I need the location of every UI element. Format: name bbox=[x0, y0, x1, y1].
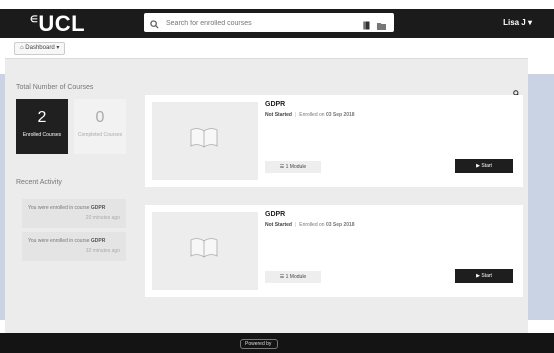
activity-item: You were enrolled in course GDPR 20 minu… bbox=[22, 199, 126, 228]
course-status: Not Started | Enrolled on 03 Sep 2018 bbox=[265, 112, 355, 118]
total-courses-title: Total Number of Courses bbox=[16, 84, 94, 91]
course-status: Not Started | Enrolled on 03 Sep 2018 bbox=[265, 222, 355, 228]
play-icon: ▶ bbox=[476, 273, 480, 279]
home-icon: ⌂ bbox=[20, 45, 24, 51]
ucl-logo[interactable]: ∈UCL bbox=[30, 11, 85, 37]
list-icon: ☰ bbox=[279, 274, 285, 280]
user-menu[interactable]: Lisa J ▾ bbox=[503, 18, 532, 27]
logo-mark: ∈ bbox=[30, 14, 39, 24]
course-thumbnail[interactable] bbox=[152, 102, 258, 180]
course-card: GDPR Not Started | Enrolled on 03 Sep 2018… bbox=[145, 205, 523, 297]
start-button[interactable]: ▶ Start bbox=[455, 159, 513, 173]
sub-navbar: ⌂ Dashboard ▾ bbox=[5, 38, 528, 59]
course-title[interactable]: GDPR bbox=[265, 101, 285, 108]
course-title[interactable]: GDPR bbox=[265, 211, 285, 218]
completed-courses-tile[interactable]: 0 Completed Courses bbox=[74, 99, 126, 154]
enrolled-courses-tile[interactable]: 2 Enrolled Courses bbox=[16, 99, 68, 154]
powered-by-badge[interactable]: Powered by bbox=[240, 339, 279, 349]
logo-text: UCL bbox=[38, 11, 86, 36]
top-navbar: ∈UCL Lisa J ▾ bbox=[0, 9, 554, 38]
dashboard-dropdown[interactable]: ⌂ Dashboard ▾ bbox=[14, 42, 66, 55]
start-button[interactable]: ▶ Start bbox=[455, 269, 513, 283]
activity-time: 20 minutes ago bbox=[85, 215, 120, 221]
search-input[interactable] bbox=[164, 15, 358, 31]
activity-item: You were enrolled in course GDPR 32 minu… bbox=[22, 232, 126, 261]
open-book-icon bbox=[190, 237, 218, 264]
course-card: GDPR Not Started | Enrolled on 03 Sep 2018… bbox=[145, 95, 523, 187]
completed-count: 0 bbox=[95, 109, 105, 126]
book-icon[interactable] bbox=[363, 17, 370, 35]
play-icon: ▶ bbox=[476, 163, 480, 169]
dashboard-label: Dashboard ▾ bbox=[25, 45, 60, 51]
folder-icon[interactable] bbox=[377, 17, 386, 35]
list-icon: ☰ bbox=[279, 164, 285, 170]
course-thumbnail[interactable] bbox=[152, 212, 258, 290]
activity-time: 32 minutes ago bbox=[85, 248, 120, 254]
activity-text: You were enrolled in course GDPR bbox=[28, 238, 106, 244]
search-box bbox=[144, 13, 394, 32]
activity-text: You were enrolled in course GDPR bbox=[28, 205, 106, 211]
open-book-icon bbox=[190, 127, 218, 154]
modules-button[interactable]: ☰ 1 Module bbox=[265, 161, 321, 173]
footer: Powered by bbox=[0, 333, 554, 353]
modules-button[interactable]: ☰ 1 Module bbox=[265, 271, 321, 283]
enrolled-count: 2 bbox=[37, 109, 47, 126]
recent-activity-title: Recent Activity bbox=[16, 179, 62, 186]
completed-label: Completed Courses bbox=[77, 132, 123, 138]
top-strip bbox=[0, 0, 554, 9]
enrolled-label: Enrolled Courses bbox=[22, 132, 62, 138]
search-icon bbox=[150, 16, 159, 34]
